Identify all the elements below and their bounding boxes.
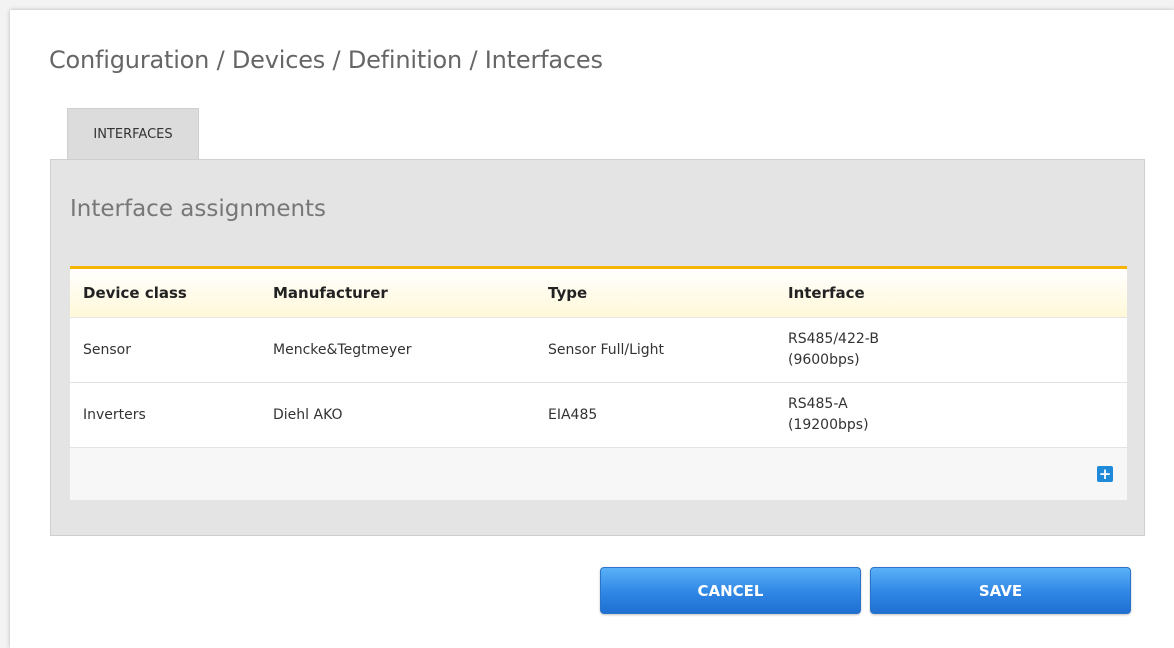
plus-icon: +: [1098, 465, 1112, 483]
interface-table: Device class Manufacturer Type Interface…: [70, 266, 1127, 500]
cell-interface-line2: (9600bps): [788, 352, 860, 368]
cell-device-class: Sensor: [83, 342, 131, 358]
table-row[interactable]: Inverters Diehl AKO EIA485 RS485-A (1920…: [70, 383, 1127, 448]
panel-title: Interface assignments: [70, 196, 327, 222]
cell-interface: RS485-A (19200bps): [788, 394, 869, 436]
tab-interfaces[interactable]: INTERFACES: [67, 108, 199, 160]
cell-type: Sensor Full/Light: [548, 342, 665, 358]
breadcrumb: Configuration / Devices / Definition / I…: [49, 46, 603, 74]
column-header-device-class: Device class: [83, 284, 187, 302]
table-header: Device class Manufacturer Type Interface: [70, 266, 1127, 318]
add-row-button[interactable]: +: [1097, 466, 1113, 482]
cell-interface-line2: (19200bps): [788, 417, 869, 433]
cell-device-class: Inverters: [83, 407, 146, 423]
cell-interface: RS485/422-B (9600bps): [788, 329, 879, 371]
table-row[interactable]: Sensor Mencke&Tegtmeyer Sensor Full/Ligh…: [70, 318, 1127, 383]
table-footer: +: [70, 448, 1127, 500]
cell-manufacturer: Mencke&Tegtmeyer: [273, 342, 412, 358]
column-header-type: Type: [548, 284, 588, 302]
column-header-interface: Interface: [788, 283, 865, 302]
cell-interface-line1: RS485/422-B: [788, 331, 879, 347]
interfaces-panel: Interface assignments Device class Manuf…: [50, 159, 1145, 536]
cell-manufacturer: Diehl AKO: [273, 407, 343, 423]
cancel-button[interactable]: CANCEL: [600, 567, 861, 614]
save-button[interactable]: SAVE: [870, 567, 1131, 614]
column-header-manufacturer: Manufacturer: [273, 284, 388, 302]
cell-type: EIA485: [548, 407, 598, 423]
cell-interface-line1: RS485-A: [788, 396, 848, 412]
